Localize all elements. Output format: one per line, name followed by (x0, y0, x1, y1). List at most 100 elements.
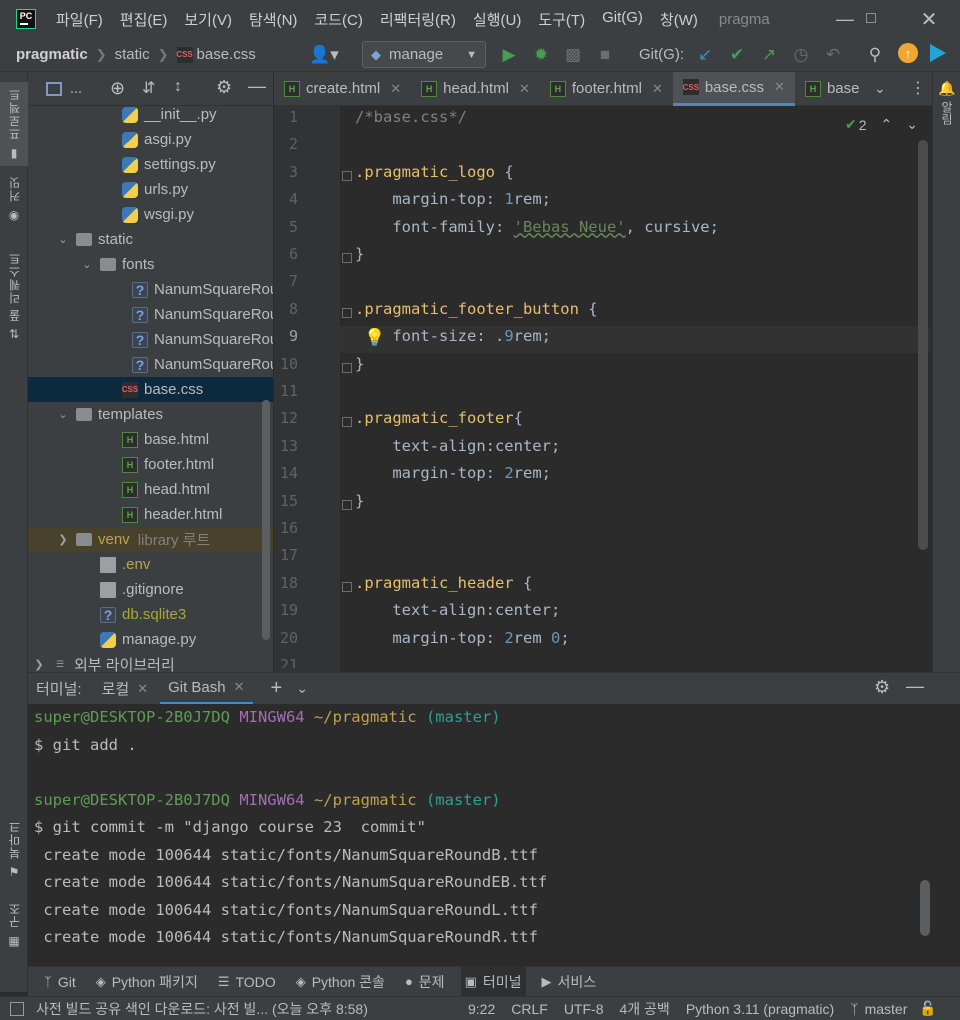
gear-icon[interactable]: ⚙ (216, 77, 232, 98)
terminal-scrollbar[interactable] (920, 880, 930, 936)
chevron-right-icon[interactable]: ❯ (32, 658, 46, 671)
coverage-icon[interactable]: ▩ (560, 42, 586, 68)
menu-item[interactable]: 편집(E) (120, 9, 168, 30)
tree-item[interactable]: __init__.py (28, 102, 273, 127)
tree-item[interactable]: wsgi.py (28, 202, 273, 227)
editor-tab[interactable]: Hfooter.html ✕ (540, 72, 673, 106)
tool-window-button[interactable]: ● 문제 (401, 967, 449, 997)
run-icon[interactable]: ▶ (496, 42, 522, 68)
fold-marker-icon[interactable] (342, 253, 352, 263)
tool-window-button[interactable]: ᛉ Git (40, 967, 80, 997)
menu-item[interactable]: 실행(U) (473, 9, 521, 30)
update-project-icon[interactable]: ↙ (692, 42, 718, 68)
tree-item[interactable]: Hhead.html (28, 477, 273, 502)
search-icon[interactable]: ⚲ (862, 42, 888, 68)
close-tab-icon[interactable]: ✕ (137, 681, 148, 697)
fold-marker-icon[interactable] (342, 581, 352, 592)
user-account-icon[interactable]: 👤▾ (306, 42, 342, 68)
caret-position[interactable]: 9:22 (468, 1001, 495, 1017)
indent-setting[interactable]: 4개 공백 (619, 999, 669, 1019)
tool-tab-project[interactable]: 프로젝트 ▮ (0, 82, 28, 166)
lock-icon[interactable]: 🔓 (919, 1000, 936, 1017)
tool-window-button[interactable]: ☰ TODO (214, 967, 280, 997)
git-branch[interactable]: ᛉ master (850, 1001, 907, 1017)
hide-panel-icon[interactable]: — (248, 76, 266, 97)
new-terminal-tab-icon[interactable]: + (271, 677, 283, 700)
fold-marker-icon[interactable] (342, 362, 352, 373)
python-interpreter[interactable]: Python 3.11 (pragmatic) (686, 1001, 834, 1017)
fold-marker-icon[interactable] (342, 170, 352, 181)
close-window-button[interactable]: ✕ (906, 0, 952, 38)
close-tab-icon[interactable]: ✕ (774, 79, 785, 95)
gear-icon[interactable]: ⚙ (874, 677, 890, 698)
project-view-label[interactable]: ... (70, 81, 82, 97)
fold-marker-icon[interactable] (342, 417, 352, 428)
breadcrumb-project[interactable]: pragmatic (16, 46, 88, 63)
debug-icon[interactable]: ✹ (528, 42, 554, 68)
close-tab-icon[interactable]: ✕ (652, 81, 663, 97)
tree-item[interactable]: CSS base.css (28, 377, 273, 402)
history-icon[interactable]: ◷ (788, 42, 814, 68)
previous-highlight-icon[interactable]: ⌃ (881, 116, 893, 133)
tab-list-chevron-icon[interactable]: ⌄ (874, 80, 886, 97)
tool-tab-notifications[interactable]: 🔔 알림 (933, 80, 960, 125)
terminal-tab-local[interactable]: 로컬 ✕ (102, 673, 149, 705)
editor-tab[interactable]: CSS base.css ✕ (672, 71, 795, 106)
maximize-button[interactable]: □ (848, 0, 894, 38)
tool-tab-commit[interactable]: 커밋 ◉ (0, 176, 28, 222)
rollback-icon[interactable]: ↶ (820, 42, 846, 68)
terminal-tab-git-bash[interactable]: Git Bash ✕ (160, 673, 253, 705)
chevron-down-icon[interactable]: ⌄ (80, 258, 94, 271)
toggle-tool-windows-icon[interactable] (10, 1001, 24, 1016)
collapse-all-icon[interactable]: ↕ (174, 78, 182, 96)
tool-tab-structure[interactable]: 구조 ▦ (0, 902, 28, 948)
file-encoding[interactable]: UTF-8 (564, 1001, 604, 1017)
close-tab-icon[interactable]: ✕ (234, 679, 245, 695)
tree-item[interactable]: ⌄ templates (28, 402, 273, 427)
tree-item[interactable]: ? db.sqlite3 (28, 602, 273, 627)
chevron-down-icon[interactable]: ⌄ (56, 233, 70, 246)
next-highlight-icon[interactable]: ⌄ (906, 116, 918, 133)
commit-check-icon[interactable]: ✔ (724, 42, 750, 68)
tool-window-button[interactable]: ◈ Python 패키지 (92, 967, 202, 997)
expand-all-icon[interactable]: ⇵ (142, 78, 155, 98)
tree-item[interactable]: manage.py (28, 627, 273, 652)
project-scrollbar[interactable] (262, 400, 270, 640)
editor-tab[interactable]: Hbase (795, 72, 864, 106)
status-message[interactable]: 사전 빌드 공유 색인 다운로드: 사전 빌... (오늘 오후 8:58) (36, 999, 440, 1019)
fold-marker-icon[interactable] (342, 499, 352, 510)
line-separator[interactable]: CRLF (511, 1001, 548, 1017)
tree-item[interactable]: Hheader.html (28, 502, 273, 527)
ide-update-icon[interactable]: ↑ (898, 43, 918, 63)
project-view-icon[interactable] (46, 81, 62, 96)
tree-item[interactable]: ? NanumSquareRou (28, 327, 273, 352)
menu-item[interactable]: 창(W) (660, 9, 698, 30)
tree-item[interactable]: ⌄ fonts (28, 252, 273, 277)
tool-tab-pull-requests[interactable]: 풀 리퀘스트 ⇅ (0, 252, 28, 341)
tree-item[interactable]: ? NanumSquareRou (28, 277, 273, 302)
menu-item[interactable]: 파일(F) (56, 9, 103, 30)
menu-item[interactable]: 탐색(N) (249, 9, 297, 30)
more-options-icon[interactable]: ⋮ (910, 78, 926, 98)
tree-item[interactable]: Hbase.html (28, 427, 273, 452)
fold-marker-icon[interactable] (342, 307, 352, 318)
code-with-me-icon[interactable] (930, 44, 946, 62)
menu-item[interactable]: 코드(C) (314, 9, 362, 30)
breadcrumb-file[interactable]: base.css (197, 46, 256, 63)
breadcrumb-folder[interactable]: static (115, 46, 150, 63)
editor-tab[interactable]: Hhead.html ✕ (411, 72, 540, 106)
tool-window-button[interactable]: ▣ 터미널 (460, 966, 526, 997)
tree-item[interactable]: ? NanumSquareRou (28, 302, 273, 327)
tree-item[interactable]: .env (28, 552, 273, 577)
tree-item[interactable]: ⌄ static (28, 227, 273, 252)
editor-tab[interactable]: Hcreate.html ✕ (274, 72, 411, 106)
tree-item[interactable]: ? NanumSquareRou (28, 352, 273, 377)
terminal-options-chevron-icon[interactable]: ⌄ (296, 680, 308, 697)
stop-icon[interactable]: ■ (592, 42, 618, 68)
run-config-select[interactable]: ◆ manage ▼ (362, 41, 486, 68)
menu-item[interactable]: 리팩터링(R) (380, 9, 456, 30)
tree-item[interactable]: asgi.py (28, 127, 273, 152)
tree-item[interactable]: settings.py (28, 152, 273, 177)
locate-file-icon[interactable]: ⊕ (110, 78, 125, 99)
menu-item[interactable]: 보기(V) (184, 9, 232, 30)
